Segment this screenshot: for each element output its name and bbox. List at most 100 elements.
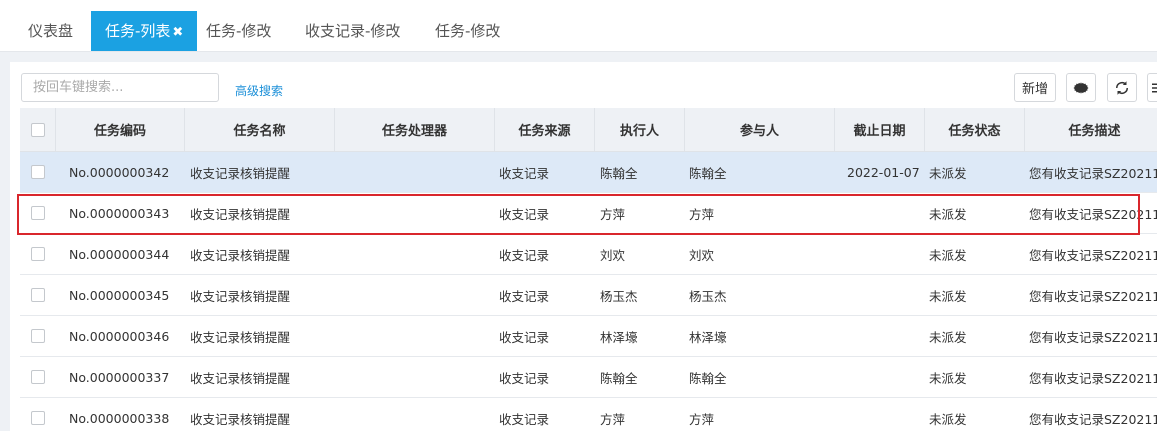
- refresh-icon: [1115, 80, 1129, 95]
- task-deadline: [835, 275, 925, 315]
- task-description: 您有收支记录SZ20211220: [1029, 370, 1157, 386]
- task-status: 未派发: [929, 288, 967, 304]
- task-description: 您有收支记录SZ20211220: [1029, 247, 1157, 263]
- task-deadline: [835, 234, 925, 274]
- task-executor: 陈翰全: [600, 370, 638, 386]
- task-status: 未派发: [929, 329, 967, 345]
- task-executor: 方萍: [600, 206, 626, 222]
- task-status: 未派发: [929, 165, 967, 181]
- task-handler: [335, 398, 495, 431]
- close-icon[interactable]: ✖: [172, 25, 183, 40]
- task-description: 您有收支记录SZ20211220: [1029, 165, 1157, 181]
- task-handler: [335, 234, 495, 274]
- tab-task-list-label: 任务-列表: [105, 22, 171, 40]
- task-deadline: [835, 398, 925, 431]
- row-checkbox[interactable]: [31, 247, 45, 261]
- task-code: No.0000000345: [69, 287, 170, 303]
- row-checkbox-cell: [20, 152, 56, 192]
- task-status: 未派发: [929, 370, 967, 386]
- row-checkbox-cell: [20, 316, 56, 356]
- search-input[interactable]: [21, 73, 219, 102]
- task-code: No.0000000346: [69, 328, 170, 344]
- task-deadline: 2022-01-07: [847, 164, 920, 180]
- header-deadline[interactable]: 截止日期: [835, 108, 925, 151]
- task-name: 收支记录核销提醒: [190, 206, 291, 222]
- task-source: 收支记录: [499, 247, 550, 263]
- header-source[interactable]: 任务来源: [495, 108, 595, 151]
- task-status: 未派发: [929, 411, 967, 427]
- task-deadline: [835, 316, 925, 356]
- task-source: 收支记录: [499, 206, 550, 222]
- task-status: 未派发: [929, 247, 967, 263]
- task-executor: 林泽壕: [600, 329, 638, 345]
- header-executor[interactable]: 执行人: [595, 108, 685, 151]
- task-name: 收支记录核销提醒: [190, 165, 291, 181]
- settings-button[interactable]: [1066, 73, 1096, 102]
- task-executor: 陈翰全: [600, 165, 638, 181]
- columns-button[interactable]: [1147, 73, 1157, 102]
- header-description[interactable]: 任务描述: [1025, 108, 1157, 151]
- task-code: No.0000000338: [69, 410, 170, 426]
- content-panel: 高级搜索 新增 任务编码 任务名称 任务处理器 任务来源 执行人 参与人 截止日…: [10, 62, 1157, 431]
- tab-task-list[interactable]: 任务-列表 ✖: [91, 11, 198, 51]
- task-description: 您有收支记录SZ20211220: [1029, 411, 1157, 427]
- table-row[interactable]: No.0000000343 收支记录核销提醒 收支记录 方萍 方萍 未派发 您有收支记录SZ…: [20, 193, 1157, 234]
- row-checkbox[interactable]: [31, 206, 45, 220]
- row-checkbox-cell: [20, 275, 56, 315]
- select-all-checkbox[interactable]: [30, 122, 45, 137]
- advanced-search-link[interactable]: 高级搜索: [235, 82, 283, 99]
- gear-icon: [1073, 81, 1089, 94]
- task-code: No.0000000343: [69, 205, 170, 221]
- task-status: 未派发: [929, 206, 967, 222]
- task-name: 收支记录核销提醒: [190, 411, 291, 427]
- task-source: 收支记录: [499, 411, 550, 427]
- row-checkbox-cell: [20, 234, 56, 274]
- task-source: 收支记录: [499, 288, 550, 304]
- task-name: 收支记录核销提醒: [190, 288, 291, 304]
- task-handler: [335, 316, 495, 356]
- task-executor: 方萍: [600, 411, 626, 427]
- row-checkbox[interactable]: [31, 165, 45, 179]
- new-button[interactable]: 新增: [1014, 73, 1056, 102]
- header-name[interactable]: 任务名称: [185, 108, 335, 151]
- header-participant[interactable]: 参与人: [685, 108, 835, 151]
- select-all-cell: [20, 108, 56, 151]
- header-handler[interactable]: 任务处理器: [335, 108, 495, 151]
- task-executor: 刘欢: [600, 247, 626, 263]
- task-deadline: [835, 357, 925, 397]
- refresh-button[interactable]: [1107, 73, 1137, 102]
- task-participant: 刘欢: [689, 247, 715, 263]
- task-participant: 方萍: [689, 206, 715, 222]
- tab-task-edit-1[interactable]: 任务-修改: [206, 11, 271, 51]
- row-checkbox[interactable]: [31, 288, 45, 302]
- row-checkbox[interactable]: [31, 370, 45, 384]
- task-participant: 方萍: [689, 411, 715, 427]
- table-row[interactable]: No.0000000338 收支记录核销提醒 收支记录 方萍 方萍 未派发 您有收支记录SZ…: [20, 398, 1157, 431]
- task-executor: 杨玉杰: [600, 288, 638, 304]
- task-name: 收支记录核销提醒: [190, 329, 291, 345]
- task-table: 任务编码 任务名称 任务处理器 任务来源 执行人 参与人 截止日期 任务状态 任…: [20, 108, 1157, 431]
- table-row[interactable]: No.0000000337 收支记录核销提醒 收支记录 陈翰全 陈翰全 未派发 您有收支记录…: [20, 357, 1157, 398]
- task-handler: [335, 152, 495, 192]
- table-row[interactable]: No.0000000342 收支记录核销提醒 收支记录 陈翰全 陈翰全 2022-01-0…: [20, 152, 1157, 193]
- table-row[interactable]: No.0000000344 收支记录核销提醒 收支记录 刘欢 刘欢 未派发 您有收支记录SZ…: [20, 234, 1157, 275]
- tab-dashboard[interactable]: 仪表盘: [28, 11, 73, 51]
- header-code[interactable]: 任务编码: [56, 108, 185, 151]
- row-checkbox-cell: [20, 357, 56, 397]
- row-checkbox[interactable]: [31, 329, 45, 343]
- list-icon: [1151, 83, 1157, 92]
- task-description: 您有收支记录SZ20211220: [1029, 288, 1157, 304]
- table-row[interactable]: No.0000000345 收支记录核销提醒 收支记录 杨玉杰 杨玉杰 未派发 您有收支记录…: [20, 275, 1157, 316]
- task-handler: [335, 357, 495, 397]
- task-participant: 杨玉杰: [689, 288, 727, 304]
- row-checkbox[interactable]: [31, 411, 45, 425]
- table-header: 任务编码 任务名称 任务处理器 任务来源 执行人 参与人 截止日期 任务状态 任…: [20, 108, 1157, 152]
- task-code: No.0000000337: [69, 369, 170, 385]
- task-source: 收支记录: [499, 165, 550, 181]
- header-status[interactable]: 任务状态: [925, 108, 1025, 151]
- task-participant: 陈翰全: [689, 165, 727, 181]
- tab-income-record-edit[interactable]: 收支记录-修改: [305, 11, 400, 51]
- table-row[interactable]: No.0000000346 收支记录核销提醒 收支记录 林泽壕 林泽壕 未派发 您有收支记录…: [20, 316, 1157, 357]
- tab-task-edit-2[interactable]: 任务-修改: [435, 11, 500, 51]
- task-source: 收支记录: [499, 370, 550, 386]
